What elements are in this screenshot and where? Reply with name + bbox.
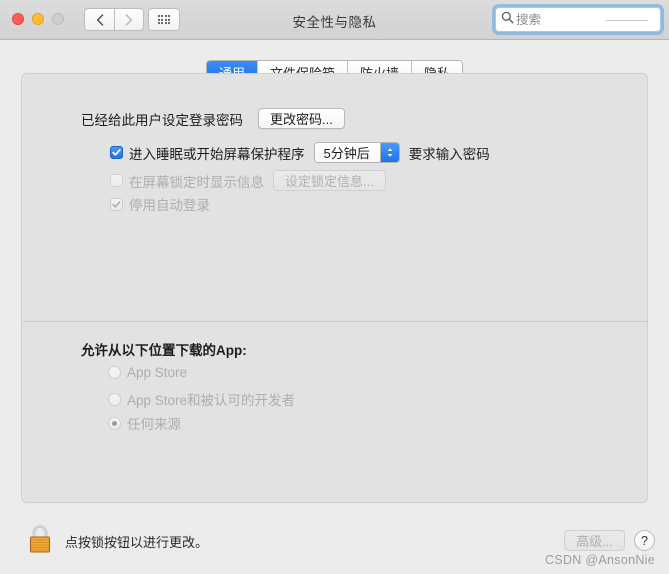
watermark-text: CSDN @AnsonNie <box>545 553 655 567</box>
password-delay-popup[interactable]: 5分钟后 <box>313 142 400 163</box>
app-source-option-appstore-identified[interactable]: App Store和被认可的开发者 <box>108 389 295 409</box>
lock-message-label: 在屏幕锁定时显示信息 <box>129 174 264 190</box>
help-button[interactable]: ? <box>634 530 655 551</box>
search-icon <box>501 11 514 29</box>
window-toolbar: 安全性与隐私 <box>0 0 669 40</box>
search-field[interactable] <box>495 7 661 32</box>
login-password-label: 已经给此用户设定登录密码 <box>81 112 243 128</box>
lock-note-text: 点按锁按钮以进行更改。 <box>65 535 209 550</box>
app-source-option-appstore[interactable]: App Store <box>108 365 187 380</box>
lock-area: 点按锁按钮以进行更改。 <box>26 522 208 561</box>
chevron-updown-icon <box>379 143 399 162</box>
system-preferences-window: 安全性与隐私 通用 文件保险箱 防火墙 隐私 已经给此用户设定登录密码 更改密码… <box>0 0 669 574</box>
change-password-button[interactable]: 更改密码... <box>258 108 345 129</box>
radio-anywhere[interactable] <box>108 416 121 430</box>
search-divider <box>606 20 648 21</box>
app-download-heading-row: 允许从以下位置下载的App: <box>81 339 247 359</box>
radio-anywhere-label: 任何来源 <box>127 417 181 432</box>
radio-app-store-identified[interactable] <box>108 392 121 406</box>
app-source-option-anywhere[interactable]: 任何来源 <box>108 413 181 433</box>
disable-auto-login-label: 停用自动登录 <box>129 198 210 213</box>
general-settings-panel: 已经给此用户设定登录密码 更改密码... 进入睡眠或开始屏幕保护程序 5分钟后 … <box>21 73 648 503</box>
footer-buttons: 高级... ? <box>564 530 655 551</box>
require-password-checkbox[interactable] <box>110 146 123 159</box>
lock-message-checkbox[interactable] <box>110 174 123 187</box>
radio-app-store-identified-label: App Store和被认可的开发者 <box>127 393 296 408</box>
section-divider <box>23 321 648 322</box>
set-lock-message-button[interactable]: 设定锁定信息... <box>273 170 386 191</box>
password-delay-value: 5分钟后 <box>314 143 380 162</box>
disable-auto-login-checkbox[interactable] <box>110 197 123 211</box>
require-password-prefix-label: 进入睡眠或开始屏幕保护程序 <box>129 146 305 162</box>
disable-auto-login-row: 停用自动登录 <box>110 194 210 214</box>
radio-app-store-label: App Store <box>127 365 188 380</box>
app-download-heading: 允许从以下位置下载的App: <box>81 343 247 358</box>
advanced-button[interactable]: 高级... <box>564 530 625 551</box>
require-password-row: 进入睡眠或开始屏幕保护程序 5分钟后 要求输入密码 <box>110 142 490 163</box>
lock-message-row: 在屏幕锁定时显示信息 设定锁定信息... <box>110 170 386 191</box>
radio-app-store[interactable] <box>108 366 121 379</box>
lock-closed-icon[interactable] <box>26 522 54 561</box>
require-password-suffix-label: 要求输入密码 <box>408 146 490 162</box>
login-password-row: 已经给此用户设定登录密码 更改密码... <box>81 108 345 129</box>
